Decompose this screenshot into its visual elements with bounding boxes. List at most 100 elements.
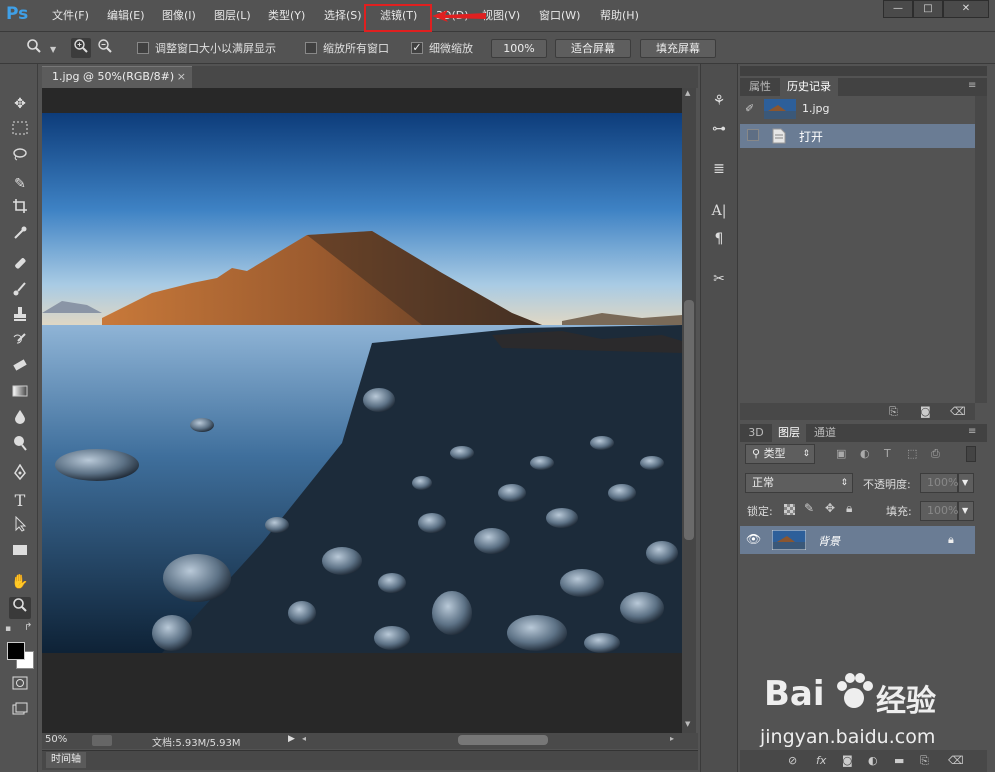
zoom-level[interactable]: 50%	[45, 734, 67, 745]
type-filter-icon[interactable]: T	[884, 447, 891, 460]
adjustments-icon[interactable]: ⊶	[708, 118, 730, 140]
filter-toggle[interactable]	[966, 446, 976, 462]
history-scrollbar[interactable]	[975, 96, 987, 403]
watermark-url: jingyan.baidu.com	[760, 726, 936, 748]
scroll-right-icon[interactable]: ▸	[670, 734, 674, 743]
menu-item-9[interactable]: 窗口(W)	[535, 8, 584, 26]
lock-position-icon[interactable]: ✥	[825, 501, 835, 515]
tab-channels[interactable]: 通道	[808, 424, 842, 442]
zoom-all-checkbox[interactable]	[305, 42, 317, 54]
zoom-tool-preset-icon[interactable]	[24, 38, 44, 58]
crop-tool-icon[interactable]	[9, 198, 31, 220]
adjustment-filter-icon[interactable]: ◐	[860, 447, 870, 460]
brush-tool-icon[interactable]	[9, 281, 31, 303]
move-tool-icon[interactable]: ✥	[9, 93, 31, 115]
timeline-tab[interactable]: 时间轴	[46, 752, 86, 768]
shape-filter-icon[interactable]: ⬚	[907, 447, 917, 460]
menu-item-5[interactable]: 选择(S)	[320, 8, 366, 26]
tab-history[interactable]: 历史记录	[780, 78, 838, 96]
lasso-tool-icon[interactable]	[9, 146, 31, 168]
minimize-button[interactable]: —	[883, 0, 913, 18]
zoom-in-icon[interactable]	[71, 38, 91, 58]
lock-pixels-icon[interactable]: ✎	[804, 501, 814, 515]
eye-icon[interactable]: 👁︎	[746, 532, 761, 546]
zoom-tool-icon[interactable]	[9, 597, 31, 619]
quick-mask-icon[interactable]	[9, 675, 31, 697]
opacity-input[interactable]: 100%	[920, 473, 958, 493]
resize-windows-checkbox[interactable]	[137, 42, 149, 54]
history-footer	[740, 403, 975, 420]
scroll-up-icon[interactable]: ▲	[685, 89, 690, 97]
preset-dropdown-icon[interactable]: ▼	[50, 45, 56, 54]
new-document-from-state-icon[interactable]: ⎘	[889, 405, 898, 419]
opacity-dropdown-icon[interactable]: ▼	[958, 473, 974, 493]
gradient-tool-icon[interactable]	[9, 383, 31, 405]
fill-dropdown-icon[interactable]: ▼	[958, 501, 974, 521]
delete-state-icon[interactable]: ⌫	[950, 405, 966, 418]
paragraph-icon[interactable]: ¶	[708, 228, 730, 250]
history-step-label: 打开	[799, 130, 824, 144]
close-document-icon[interactable]: ×	[177, 67, 186, 87]
character-icon[interactable]: A|	[708, 200, 730, 222]
menu-item-4[interactable]: 类型(Y)	[264, 8, 309, 26]
layer-filter-select[interactable]: ⚲ 类型 ⇕	[745, 444, 815, 464]
healing-brush-tool-icon[interactable]	[9, 255, 31, 277]
tab-properties[interactable]: 属性	[742, 78, 778, 96]
menu-item-0[interactable]: 文件(F)	[48, 8, 93, 26]
vertical-scroll-thumb[interactable]	[684, 300, 694, 540]
status-share-icon[interactable]	[92, 735, 112, 746]
path-selection-tool-icon[interactable]	[9, 515, 31, 538]
status-bar	[42, 733, 698, 749]
menu-item-3[interactable]: 图层(L)	[210, 8, 255, 26]
maximize-button[interactable]: □	[913, 0, 943, 18]
watermark-brand-2: 经验	[876, 684, 936, 719]
fit-screen-button[interactable]: 适合屏幕	[555, 39, 631, 58]
close-button[interactable]: ✕	[943, 0, 989, 18]
fill-screen-button[interactable]: 填充屏幕	[640, 39, 716, 58]
rectangle-tool-icon[interactable]	[9, 542, 31, 564]
tool-presets-icon[interactable]: ✂	[708, 268, 730, 290]
lock-transparency-icon[interactable]	[784, 504, 795, 515]
status-menu-arrow-icon[interactable]: ▶	[288, 734, 295, 744]
default-colors-icon[interactable]: ▪	[5, 624, 11, 634]
horizontal-scroll-thumb[interactable]	[458, 735, 548, 745]
smart-object-filter-icon[interactable]: ⎙	[931, 447, 940, 461]
marquee-tool-icon[interactable]	[9, 120, 31, 142]
layers-menu-icon[interactable]: ≡	[968, 426, 976, 437]
scroll-down-icon[interactable]: ▼	[685, 720, 690, 728]
menu-item-2[interactable]: 图像(I)	[158, 8, 200, 26]
swap-colors-icon[interactable]: ↱	[24, 622, 32, 633]
actual-pixels-button[interactable]: 100%	[491, 39, 547, 58]
scrubby-zoom-checkbox[interactable]: ✓	[411, 42, 423, 54]
fill-input[interactable]: 100%	[920, 501, 958, 521]
eyedropper-tool-icon[interactable]	[9, 225, 31, 247]
lock-all-icon[interactable]: 🔒︎	[846, 501, 852, 516]
hand-tool-icon[interactable]: ✋	[9, 571, 31, 593]
screen-mode-icon[interactable]	[9, 701, 31, 723]
menu-item-10[interactable]: 帮助(H)	[596, 8, 643, 26]
blur-tool-icon[interactable]	[9, 409, 31, 431]
tab-3d[interactable]: 3D	[742, 424, 770, 442]
brush-presets-icon[interactable]: ⚘	[708, 90, 730, 112]
blend-mode-select[interactable]: 正常 ⇕	[745, 473, 853, 493]
history-step-checkbox[interactable]	[747, 129, 759, 141]
pixel-filter-icon[interactable]: ▣	[836, 447, 846, 460]
pen-tool-icon[interactable]	[9, 463, 31, 486]
snapshot-camera-icon[interactable]: ◙	[920, 405, 931, 418]
tab-layers[interactable]: 图层	[772, 424, 806, 442]
eraser-tool-icon[interactable]	[9, 356, 31, 378]
document-icon	[772, 128, 786, 144]
dodge-tool-icon[interactable]	[9, 435, 31, 457]
history-brush-source-icon[interactable]: ✐	[745, 102, 754, 115]
zoom-out-icon[interactable]	[95, 38, 115, 58]
clone-stamp-tool-icon[interactable]	[9, 306, 31, 328]
scroll-left-icon[interactable]: ◂	[302, 734, 306, 743]
foreground-color-swatch[interactable]	[7, 642, 25, 660]
quick-selection-tool-icon[interactable]: ✎	[9, 173, 31, 195]
panel-menu-icon[interactable]: ≡	[968, 80, 976, 91]
type-tool-icon[interactable]: T	[9, 490, 31, 512]
history-brush-tool-icon[interactable]	[9, 331, 31, 353]
menu-item-1[interactable]: 编辑(E)	[103, 8, 149, 26]
clone-source-icon[interactable]: ≣	[708, 158, 730, 180]
document-tab[interactable]: 1.jpg @ 50%(RGB/8#) ×	[42, 66, 192, 88]
